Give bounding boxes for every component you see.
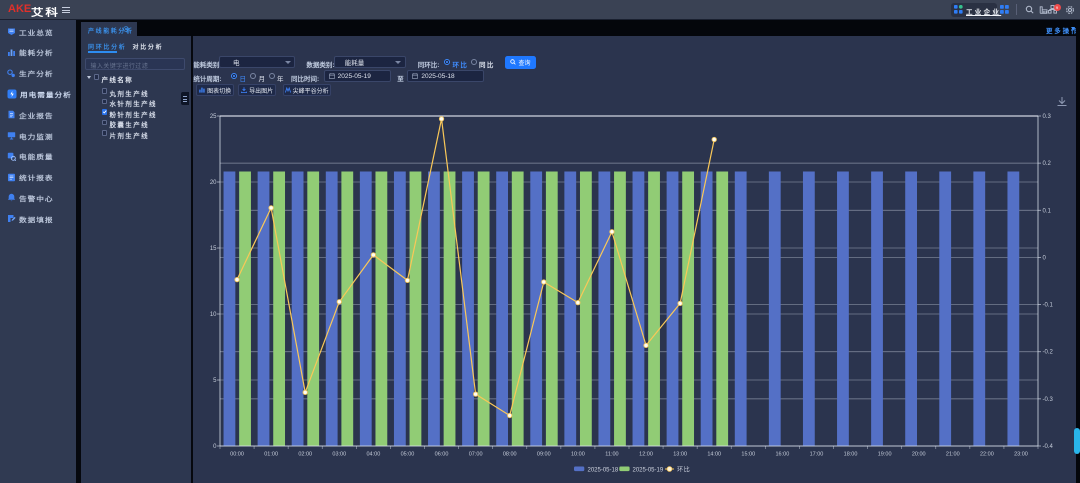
svg-text:00:00: 00:00 bbox=[230, 452, 244, 458]
svg-text:11:00: 11:00 bbox=[605, 452, 618, 458]
svg-text:2025-05-18: 2025-05-18 bbox=[588, 468, 619, 474]
svg-text:-0.2: -0.2 bbox=[1043, 350, 1054, 356]
svg-text:0.3: 0.3 bbox=[1043, 114, 1052, 120]
svg-text:12:00: 12:00 bbox=[639, 452, 653, 458]
svg-text:16:00: 16:00 bbox=[775, 452, 789, 458]
svg-text:17:00: 17:00 bbox=[810, 452, 824, 458]
svg-text:19:00: 19:00 bbox=[878, 452, 892, 458]
svg-text:0.1: 0.1 bbox=[1043, 208, 1052, 214]
svg-text:02:00: 02:00 bbox=[298, 452, 312, 458]
svg-text:环比: 环比 bbox=[677, 466, 691, 474]
svg-text:08:00: 08:00 bbox=[503, 452, 517, 458]
svg-text:22:00: 22:00 bbox=[980, 452, 994, 458]
svg-text:23:00: 23:00 bbox=[1014, 452, 1028, 458]
svg-text:5: 5 bbox=[213, 378, 217, 384]
svg-text:09:00: 09:00 bbox=[537, 452, 551, 458]
svg-text:04:00: 04:00 bbox=[366, 452, 380, 458]
svg-text:-0.4: -0.4 bbox=[1043, 444, 1054, 450]
svg-text:13:00: 13:00 bbox=[673, 452, 687, 458]
svg-text:-0.3: -0.3 bbox=[1043, 397, 1054, 403]
svg-text:10: 10 bbox=[210, 312, 217, 318]
svg-text:06:00: 06:00 bbox=[435, 452, 449, 458]
svg-text:18:00: 18:00 bbox=[844, 452, 858, 458]
svg-text:2025-05-19: 2025-05-19 bbox=[633, 468, 664, 474]
svg-text:15: 15 bbox=[210, 246, 217, 252]
svg-text:21:00: 21:00 bbox=[946, 452, 960, 458]
svg-text:14:00: 14:00 bbox=[707, 452, 721, 458]
svg-text:20:00: 20:00 bbox=[912, 452, 926, 458]
svg-text:01:00: 01:00 bbox=[264, 452, 278, 458]
svg-text:10:00: 10:00 bbox=[571, 452, 585, 458]
svg-text:03:00: 03:00 bbox=[332, 452, 346, 458]
svg-text:0: 0 bbox=[213, 444, 217, 450]
svg-text:20: 20 bbox=[210, 180, 217, 186]
svg-text:15:00: 15:00 bbox=[741, 452, 755, 458]
svg-text:0: 0 bbox=[1043, 255, 1047, 261]
svg-text:-0.1: -0.1 bbox=[1043, 303, 1054, 309]
svg-text:05:00: 05:00 bbox=[401, 452, 415, 458]
svg-text:07:00: 07:00 bbox=[469, 452, 483, 458]
svg-text:25: 25 bbox=[210, 114, 217, 120]
svg-text:0.2: 0.2 bbox=[1043, 161, 1052, 167]
